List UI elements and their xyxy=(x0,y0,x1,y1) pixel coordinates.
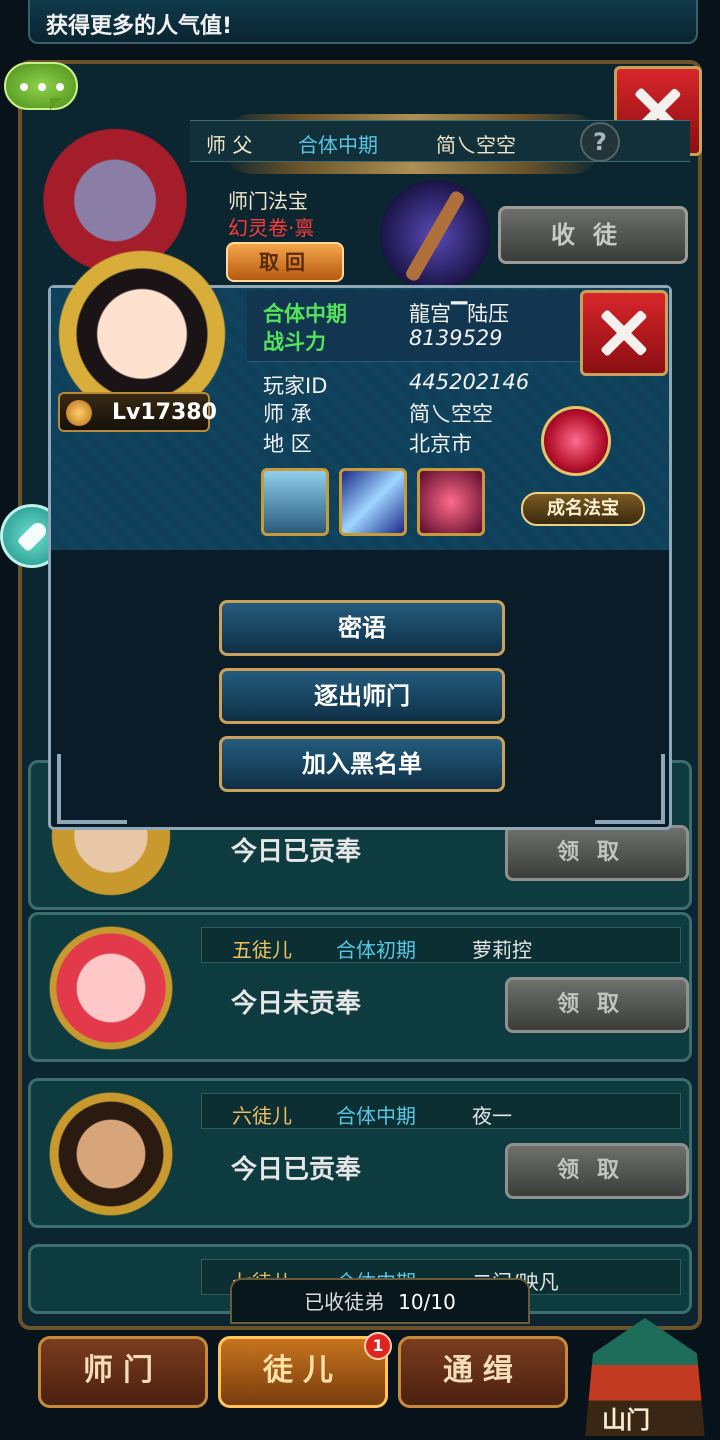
mountain-gate-label[interactable]: 山门 xyxy=(602,1400,650,1435)
whisper-button[interactable]: 密语 xyxy=(219,600,505,656)
treasure-scroll-image xyxy=(380,180,490,290)
banner-text: 获得更多的人气值! xyxy=(46,14,233,39)
level-badge: Lv17380 xyxy=(58,392,217,432)
lineage-value: 简乀空空 xyxy=(409,402,493,426)
disciple-name: 萝莉控 xyxy=(472,938,532,962)
retrieve-button[interactable]: 取回 xyxy=(226,242,344,282)
player-name: 龍宫▔陆压 xyxy=(409,302,510,326)
disciple-realm: 合体中期 xyxy=(336,1104,416,1128)
disciple-realm: 合体初期 xyxy=(336,938,416,962)
blacklist-button[interactable]: 加入黑名单 xyxy=(219,736,505,792)
disciple-row: 五徒儿 合体初期 萝莉控 今日未贡奉 领取 xyxy=(27,912,692,1063)
master-name: 简乀空空 xyxy=(436,133,516,157)
counter-label: 已收徒弟 xyxy=(304,1290,385,1314)
expel-button[interactable]: 逐出师门 xyxy=(219,668,505,724)
chat-bubble-icon[interactable] xyxy=(4,62,78,110)
sword-skill-icon[interactable] xyxy=(339,468,407,536)
power-value: 8139529 xyxy=(409,326,503,350)
disciple-row: 六徒儿 合体中期 夜一 今日已贡奉 领取 xyxy=(27,1078,692,1229)
disciple-rank: 五徒儿 xyxy=(232,938,292,962)
claim-button[interactable]: 领取 xyxy=(505,977,689,1033)
flame-skill-icon[interactable] xyxy=(417,468,485,536)
recruit-button[interactable]: 收徒 xyxy=(498,206,688,264)
treasure-name: 幻灵卷·禀 xyxy=(228,216,315,240)
help-icon[interactable]: ? xyxy=(580,122,620,162)
lineage-label: 师 承 xyxy=(263,402,312,426)
master-role: 师 父 xyxy=(206,133,253,157)
claim-button[interactable]: 领取 xyxy=(505,825,689,881)
tribute-status: 今日已贡奉 xyxy=(231,1155,362,1185)
player-id-label: 玩家ID xyxy=(263,374,328,398)
tab-sect[interactable]: 师门 xyxy=(38,1336,208,1408)
counter-value: 10/10 xyxy=(398,1290,456,1314)
lightning-tower-skill-icon[interactable] xyxy=(261,468,329,536)
tribute-status: 今日已贡奉 xyxy=(231,837,362,867)
region-label: 地 区 xyxy=(263,432,312,456)
disciple-name: 夜一 xyxy=(472,1104,512,1128)
notification-badge: 1 xyxy=(364,1332,392,1360)
player-realm: 合体中期 xyxy=(263,302,347,326)
disciple-header: 六徒儿 合体中期 夜一 xyxy=(201,1093,681,1129)
master-realm: 合体中期 xyxy=(298,133,378,157)
chat-bubble-tail xyxy=(50,98,62,110)
famous-treasure-label: 成名法宝 xyxy=(521,492,645,526)
disciple-avatar xyxy=(27,913,195,1063)
tab-wanted[interactable]: 通缉 xyxy=(398,1336,568,1408)
famous-treasure-orb-icon[interactable] xyxy=(541,406,611,476)
corner-ornament xyxy=(57,754,127,824)
tab-disciples[interactable]: 徒儿 xyxy=(218,1336,388,1408)
close-popup-icon[interactable] xyxy=(580,290,668,376)
claim-button[interactable]: 领取 xyxy=(505,1143,689,1199)
disciple-avatar xyxy=(27,1079,195,1229)
tribute-status: 今日未贡奉 xyxy=(231,989,362,1019)
power-label: 战斗力 xyxy=(263,330,326,354)
disciple-header: 五徒儿 合体初期 萝莉控 xyxy=(201,927,681,963)
player-id-value: 445202146 xyxy=(409,370,530,394)
top-banner: 获得更多的人气值! xyxy=(28,0,698,44)
level-icon xyxy=(66,400,92,426)
player-level: Lv17380 xyxy=(112,400,217,425)
treasure-label: 师门法宝 xyxy=(228,189,308,213)
corner-ornament xyxy=(595,754,665,824)
region-value: 北京市 xyxy=(409,432,472,456)
disciple-counter: 已收徒弟 10/10 xyxy=(230,1278,530,1324)
disciple-rank: 六徒儿 xyxy=(232,1104,292,1128)
